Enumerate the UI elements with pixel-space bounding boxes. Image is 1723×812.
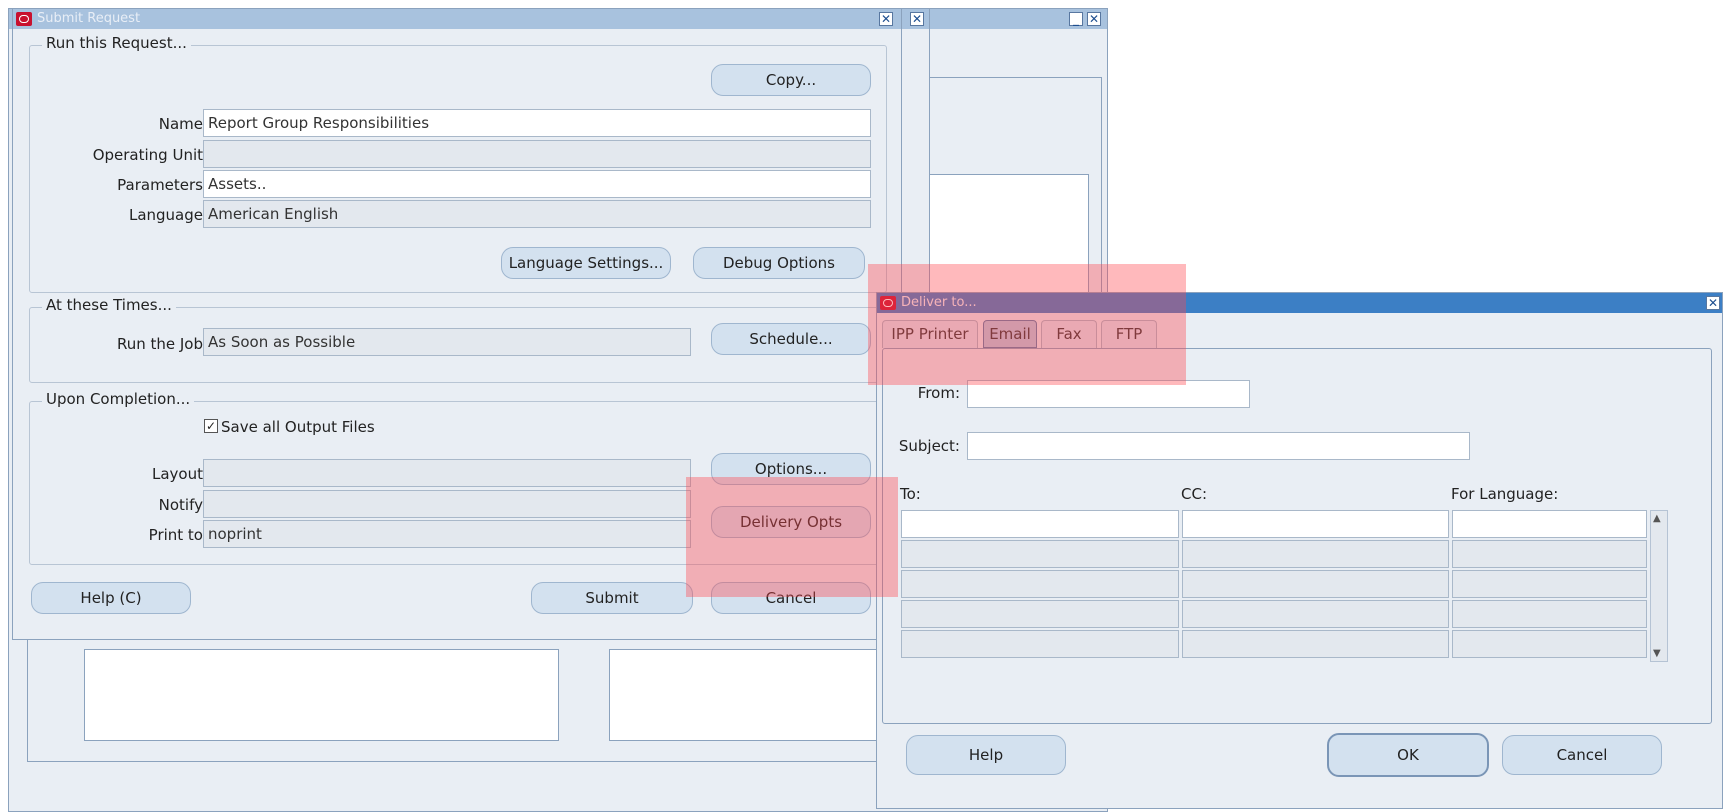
run-job-label: Run the Job xyxy=(116,335,203,353)
highlight-overlay xyxy=(686,477,898,597)
deliver-help-button[interactable]: Help xyxy=(906,735,1066,775)
print-to-label: Print to xyxy=(148,526,203,544)
parameters-label: Parameters xyxy=(117,176,203,194)
group-legend: Upon Completion... xyxy=(42,390,195,408)
cc-field[interactable] xyxy=(1182,630,1449,658)
subject-field[interactable] xyxy=(967,432,1470,460)
close-icon[interactable]: ✕ xyxy=(1706,296,1720,310)
layout-field[interactable] xyxy=(203,459,691,487)
cc-field[interactable] xyxy=(1182,510,1449,538)
checkbox-check-icon[interactable]: ✓ xyxy=(204,419,218,433)
ok-button[interactable]: OK xyxy=(1327,733,1489,777)
cc-field[interactable] xyxy=(1182,600,1449,628)
scroll-up-icon[interactable]: ▲ xyxy=(1653,513,1661,524)
to-field[interactable] xyxy=(901,570,1179,598)
highlight-overlay xyxy=(868,264,1186,385)
operating-unit-field[interactable] xyxy=(203,140,871,168)
background-list-right xyxy=(609,649,889,741)
run-job-field[interactable]: As Soon as Possible xyxy=(203,328,691,356)
notify-field[interactable] xyxy=(203,490,691,518)
to-column-header: To: xyxy=(900,485,921,503)
from-label: From: xyxy=(917,384,960,402)
subject-label: Subject: xyxy=(898,437,960,455)
for-language-field[interactable] xyxy=(1452,510,1647,538)
for-language-column-header: For Language: xyxy=(1451,485,1559,503)
for-language-field[interactable] xyxy=(1452,570,1647,598)
name-label: Name xyxy=(158,115,203,133)
notify-label: Notify xyxy=(158,496,203,514)
cc-field[interactable] xyxy=(1182,570,1449,598)
scroll-down-icon[interactable]: ▼ xyxy=(1653,648,1661,659)
operating-unit-label: Operating Unit xyxy=(92,146,203,164)
for-language-field[interactable] xyxy=(1452,540,1647,568)
name-field[interactable]: Report Group Responsibilities xyxy=(203,109,871,137)
window-title: Submit Request xyxy=(37,11,141,26)
copy-button[interactable]: Copy... xyxy=(711,64,871,96)
submit-button[interactable]: Submit xyxy=(531,582,693,614)
close-icon[interactable]: ✕ xyxy=(1087,12,1101,26)
schedule-button[interactable]: Schedule... xyxy=(711,323,871,355)
language-field[interactable]: American English xyxy=(203,200,871,228)
parameters-field[interactable]: Assets.. xyxy=(203,170,871,198)
cc-column-header: CC: xyxy=(1181,485,1208,503)
to-field[interactable] xyxy=(901,540,1179,568)
save-output-label: Save all Output Files xyxy=(221,418,375,436)
grid-scrollbar[interactable]: ▲ ▼ xyxy=(1650,510,1668,662)
language-label: Language xyxy=(128,206,203,224)
to-field[interactable] xyxy=(901,600,1179,628)
close-icon[interactable]: ✕ xyxy=(879,12,893,26)
layout-label: Layout xyxy=(152,465,203,483)
for-language-field[interactable] xyxy=(1452,630,1647,658)
cc-field[interactable] xyxy=(1182,540,1449,568)
submit-request-titlebar: Submit Request xyxy=(13,9,901,29)
close-icon[interactable]: ✕ xyxy=(910,12,924,26)
oracle-logo-icon xyxy=(16,12,32,26)
print-to-field[interactable]: noprint xyxy=(203,520,691,548)
group-legend: At these Times... xyxy=(42,296,176,314)
debug-options-button[interactable]: Debug Options xyxy=(693,247,865,279)
help-button[interactable]: Help (C) xyxy=(31,582,191,614)
for-language-field[interactable] xyxy=(1452,600,1647,628)
background-list-left xyxy=(84,649,559,741)
minimize-icon[interactable]: _ xyxy=(1069,12,1083,26)
group-legend: Run this Request... xyxy=(42,34,191,52)
to-field[interactable] xyxy=(901,510,1179,538)
language-settings-button[interactable]: Language Settings... xyxy=(501,247,671,279)
to-field[interactable] xyxy=(901,630,1179,658)
deliver-cancel-button[interactable]: Cancel xyxy=(1502,735,1662,775)
